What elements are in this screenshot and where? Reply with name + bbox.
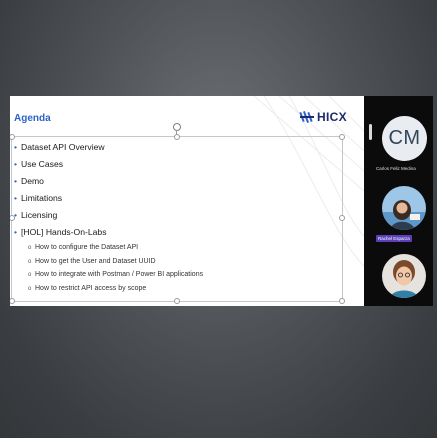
rotate-handle[interactable] [173,123,181,131]
agenda-item: • [HOL] Hands-On-Labs [14,224,203,241]
agenda-item-text: Licensing [21,210,58,220]
sub-bullet-icon: o [28,272,32,278]
agenda-subitem: o How to restrict API access by scope [14,282,203,296]
resize-handle-b[interactable] [174,298,180,304]
sub-bullet-icon: o [28,245,32,251]
avatar-initials-text: CM [388,127,421,149]
agenda-subitem-text: How to configure the Dataset API [35,244,139,251]
hicx-logo-icon [299,111,314,123]
resize-handle-br[interactable] [339,298,345,304]
agenda-subitem: o How to integrate with Postman / Power B… [14,268,203,282]
agenda-subitem-text: How to integrate with Postman / Power BI… [35,271,204,278]
agenda-item: • Demo [14,173,203,190]
resize-handle-r[interactable] [339,215,345,221]
participant-panel[interactable]: CM Carlos Feliz Medina Rachel Esparza [365,96,433,306]
agenda-list: • Dataset API Overview • Use Cases • Demo •… [14,139,203,295]
bullet-icon: • [14,176,18,186]
bullet-icon: • [14,159,18,169]
bullet-icon: • [14,193,18,203]
agenda-item-text: Limitations [21,193,63,203]
agenda-subitem-text: How to get the User and Dataset UUID [35,257,156,265]
agenda-item: • Licensing [14,207,203,224]
agenda-item: • Limitations [14,190,203,207]
resize-handle-bl[interactable] [10,298,15,304]
agenda-item-text: [HOL] Hands-On-Labs [21,227,107,237]
meeting-window: Agenda HICX • Dataset API Overview • Use… [10,96,433,306]
agenda-item-text: Demo [21,176,44,186]
agenda-subitem: o How to get the User and Dataset UUID [14,255,203,269]
avatar-photo [382,186,426,230]
shared-slide: Agenda HICX • Dataset API Overview • Use… [10,96,364,306]
agenda-subitem-text: How to restrict API access by scope [35,284,147,292]
agenda-item-text: Dataset API Overview [21,142,105,152]
bullet-icon: • [14,210,18,220]
agenda-subitem: o How to configure the Dataset API [14,241,203,255]
bullet-icon: • [14,142,18,152]
sub-bullet-icon: o [28,258,32,265]
sub-bullet-icon: o [28,285,32,292]
avatar-photo [382,254,426,298]
agenda-item-text: Use Cases [21,159,64,169]
bullet-icon: • [14,227,18,237]
avatar[interactable] [382,186,426,230]
agenda-item: • Dataset API Overview [14,139,203,156]
participant-name: Carlos Feliz Medina [376,166,416,171]
participant-name-highlighted: Rachel Esparza [376,235,412,242]
scrollbar[interactable] [369,124,372,140]
slide-title: Agenda [14,113,51,124]
avatar[interactable] [382,254,426,298]
resize-handle-tr[interactable] [339,134,345,140]
agenda-item: • Use Cases [14,156,203,173]
avatar-initials[interactable]: CM [382,116,427,161]
hicx-logo: HICX [299,108,347,126]
logo-text: HICX [317,110,347,124]
